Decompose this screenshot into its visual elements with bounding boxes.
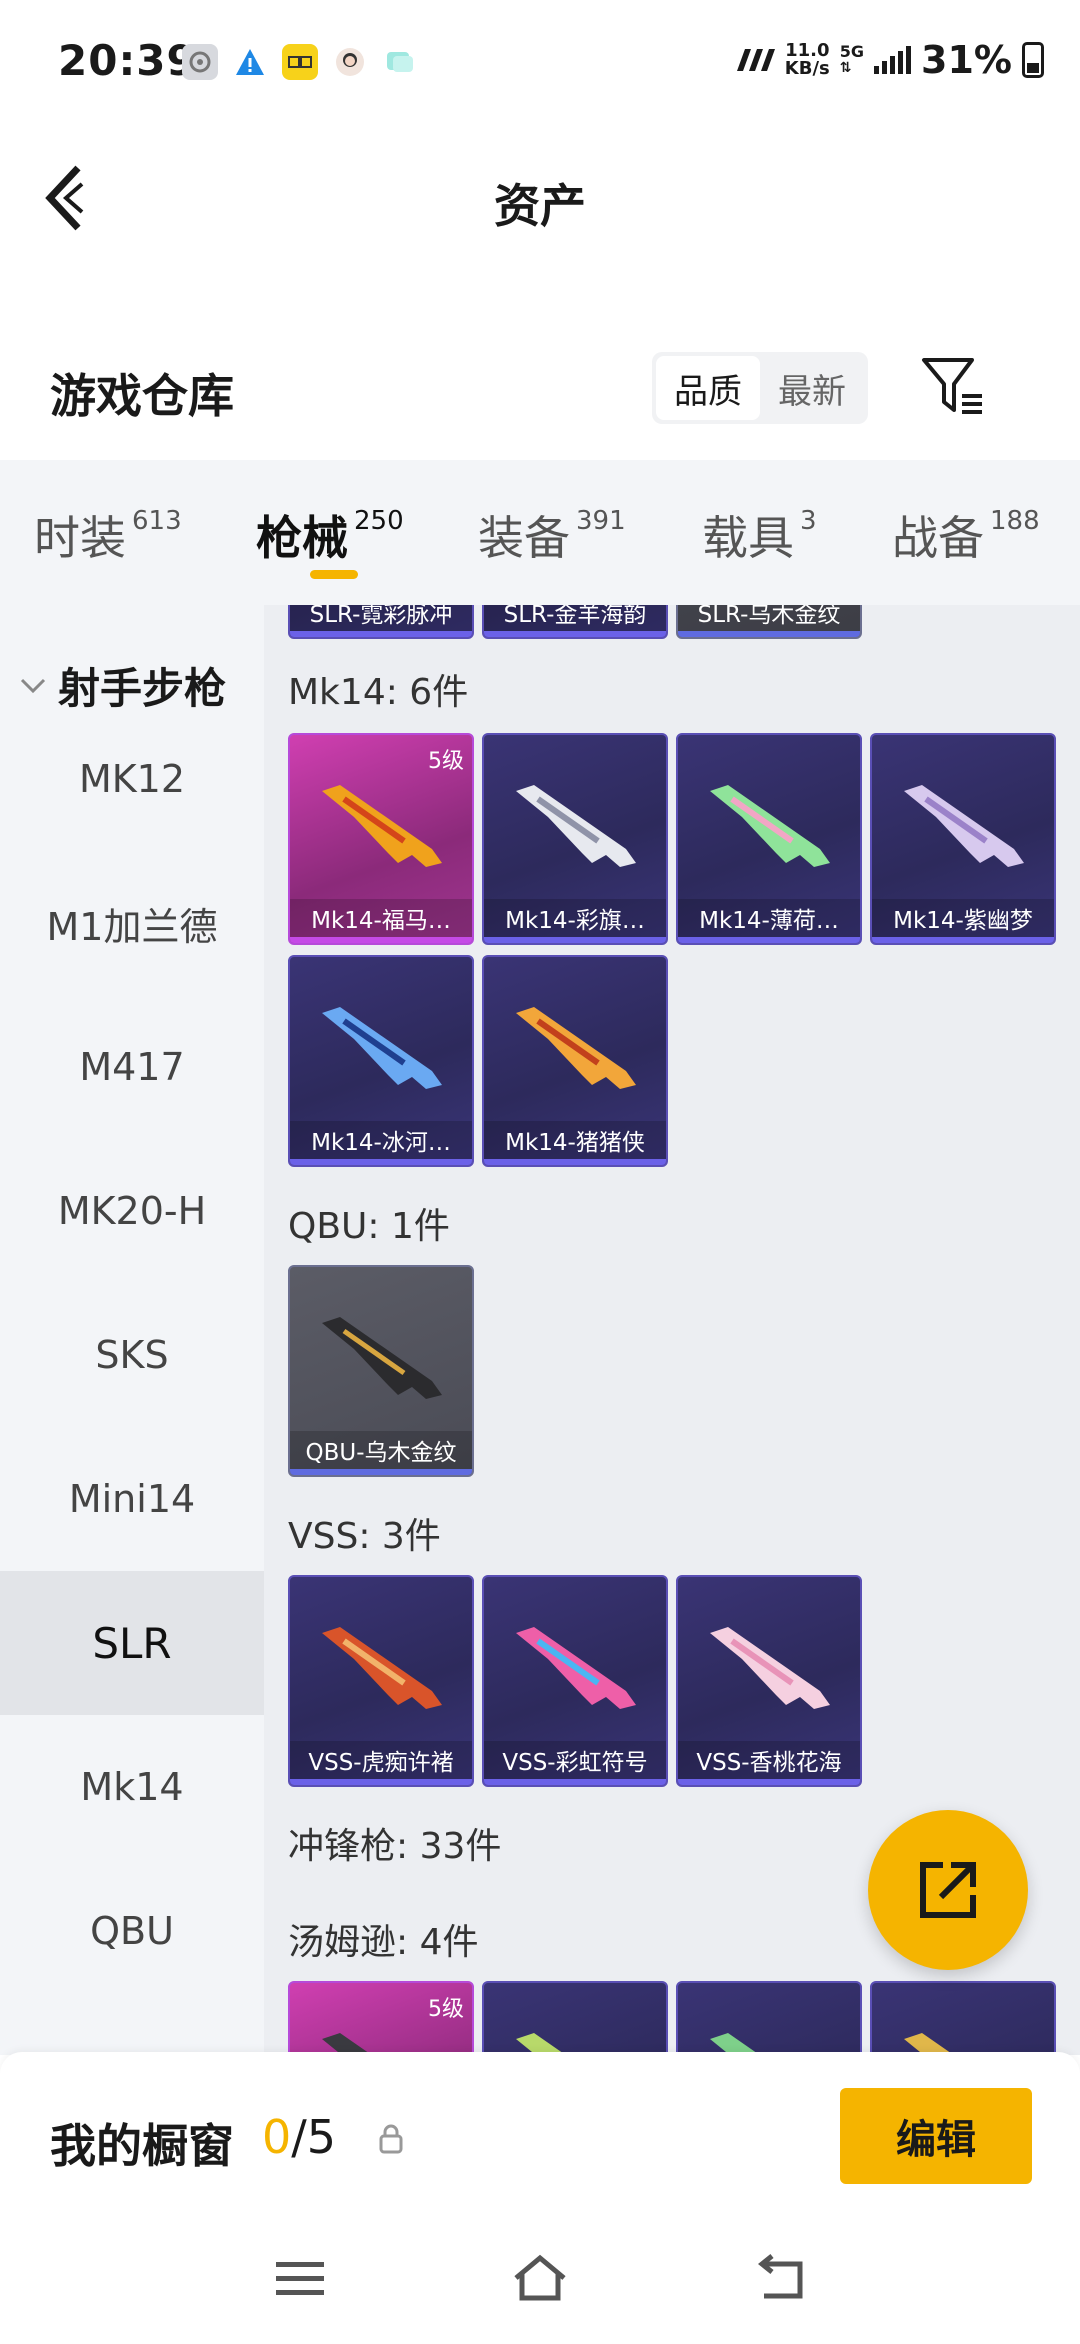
home-icon[interactable] [510, 2252, 570, 2304]
weapon-card[interactable]: Mk14-彩旗… [482, 733, 668, 945]
gun-skin-icon [516, 1627, 636, 1709]
category-tabs: 时装 613 枪械 250 装备 391 载具 3 战备 188 [0, 460, 1080, 605]
sidebar-item-m1-garand[interactable]: M1加兰德 [0, 851, 264, 995]
showcase-label: 我的橱窗 [50, 2119, 234, 2173]
tab-equipment[interactable]: 装备 391 [478, 502, 626, 568]
notification-icons [182, 44, 418, 80]
section-title-mk14: Mk14: 6件 [288, 672, 469, 713]
sidebar-item-sks[interactable]: SKS [0, 1283, 264, 1427]
gun-skin-icon [710, 2033, 760, 2055]
gun-skin-icon [322, 1007, 442, 1089]
sidebar-item-mk20h[interactable]: MK20-H [0, 1139, 264, 1283]
net-speed: 11.0 KB/s [784, 40, 830, 79]
gun-skin-icon [904, 785, 1024, 867]
weapon-card[interactable]: SLR-乌木金纹 [676, 605, 862, 639]
battery-percent: 31% [921, 38, 1012, 82]
back-icon[interactable] [750, 2252, 810, 2304]
showcase-count: 0/5 [262, 2110, 337, 2164]
weapon-card[interactable]: Mk14-紫幽梦 [870, 733, 1056, 945]
weapon-card[interactable]: SLR-霓彩脉冲 [288, 605, 474, 639]
tab-fashion[interactable]: 时装 613 [34, 502, 182, 568]
weapon-type-sidebar: 射手步枪 MK12 M1加兰德 M417 MK20-H SKS Mini14 S… [0, 605, 264, 2055]
gun-skin-icon [322, 785, 442, 867]
lock-icon [379, 2124, 403, 2154]
gun-skin-icon [516, 1007, 636, 1089]
battery-icon [1022, 42, 1044, 78]
section-title-vss: VSS: 3件 [288, 1516, 441, 1557]
active-tab-indicator [310, 570, 358, 579]
gun-skin-icon [516, 2033, 566, 2055]
weapon-card[interactable]: 5级 [288, 1981, 474, 2055]
sidebar-item-mini14[interactable]: Mini14 [0, 1427, 264, 1571]
weapon-card[interactable] [676, 1981, 862, 2055]
gun-skin-icon [322, 1627, 442, 1709]
weapon-card[interactable]: SLR-金羊海韵 [482, 605, 668, 639]
gun-skin-icon [904, 2033, 954, 2055]
weapon-card[interactable]: VSS-虎痴许褚 [288, 1575, 474, 1787]
weapon-card[interactable]: VSS-彩虹符号 [482, 1575, 668, 1787]
nfc-icon [736, 49, 775, 71]
network-type: 5G ⇅ [839, 42, 865, 77]
weapon-card[interactable]: Mk14-薄荷… [676, 733, 862, 945]
settings-notification-icon [182, 44, 218, 80]
gun-skin-icon [322, 1317, 442, 1399]
sort-newest-option[interactable]: 最新 [760, 356, 864, 420]
assets-page: 20:39 11.0 KB/s 5G ⇅ 31% 资产 游戏仓库 品质 最新 时… [0, 0, 1080, 2344]
sidebar-item-mk14[interactable]: Mk14 [0, 1715, 264, 1859]
section-title-smg: 冲锋枪: 33件 [288, 1826, 502, 1867]
chat-notification-icon [382, 44, 418, 80]
weapon-card[interactable]: QBU-乌木金纹 [288, 1265, 474, 1477]
gun-skin-icon [322, 2033, 372, 2055]
app-notification-icon [282, 44, 318, 80]
sidebar-item-slr[interactable]: SLR [0, 1571, 264, 1715]
filter-icon[interactable] [920, 354, 986, 420]
gun-skin-icon [710, 785, 830, 867]
edit-button[interactable]: 编辑 [840, 2088, 1032, 2184]
gun-skin-icon [710, 1627, 830, 1709]
system-nav-bar [0, 2212, 1080, 2344]
share-button[interactable] [868, 1810, 1028, 1970]
menu-icon[interactable] [270, 2252, 330, 2304]
sidebar-item-mk12[interactable]: MK12 [0, 707, 264, 851]
status-right: 11.0 KB/s 5G ⇅ 31% [733, 38, 1044, 82]
weapon-card[interactable]: Mk14-冰河… [288, 955, 474, 1167]
signal-icon [874, 46, 912, 74]
chevron-down-icon [20, 678, 46, 693]
weapon-card[interactable] [482, 1981, 668, 2055]
sort-segmented-control: 品质 最新 [652, 352, 868, 424]
weapon-card[interactable]: VSS-香桃花海 [676, 1575, 862, 1787]
weapon-card[interactable]: Mk14-猪猪侠 [482, 955, 668, 1167]
weapon-card[interactable]: 5级 Mk14-福马… [288, 733, 474, 945]
gun-skin-icon [516, 785, 636, 867]
warning-notification-icon [232, 44, 268, 80]
sort-quality-option[interactable]: 品质 [656, 356, 760, 420]
tab-supplies[interactable]: 战备 188 [892, 502, 1040, 568]
status-time: 20:39 [58, 36, 197, 85]
status-bar: 20:39 11.0 KB/s 5G ⇅ 31% [0, 0, 1080, 120]
weapon-card[interactable] [870, 1981, 1056, 2055]
showcase-bar: 我的橱窗 0/5 编辑 [0, 2052, 1080, 2212]
share-external-icon [920, 1862, 976, 1918]
warehouse-title: 游戏仓库 [50, 369, 234, 423]
section-title-qbu: QBU: 1件 [288, 1206, 450, 1247]
section-title-thompson: 汤姆逊: 4件 [288, 1922, 479, 1963]
avatar-notification-icon [332, 44, 368, 80]
tab-vehicles[interactable]: 载具 3 [702, 502, 817, 568]
tab-guns[interactable]: 枪械 250 [256, 502, 404, 568]
sidebar-item-m417[interactable]: M417 [0, 995, 264, 1139]
sidebar-item-qbu[interactable]: QBU [0, 1859, 264, 2003]
page-title: 资产 [494, 179, 586, 233]
